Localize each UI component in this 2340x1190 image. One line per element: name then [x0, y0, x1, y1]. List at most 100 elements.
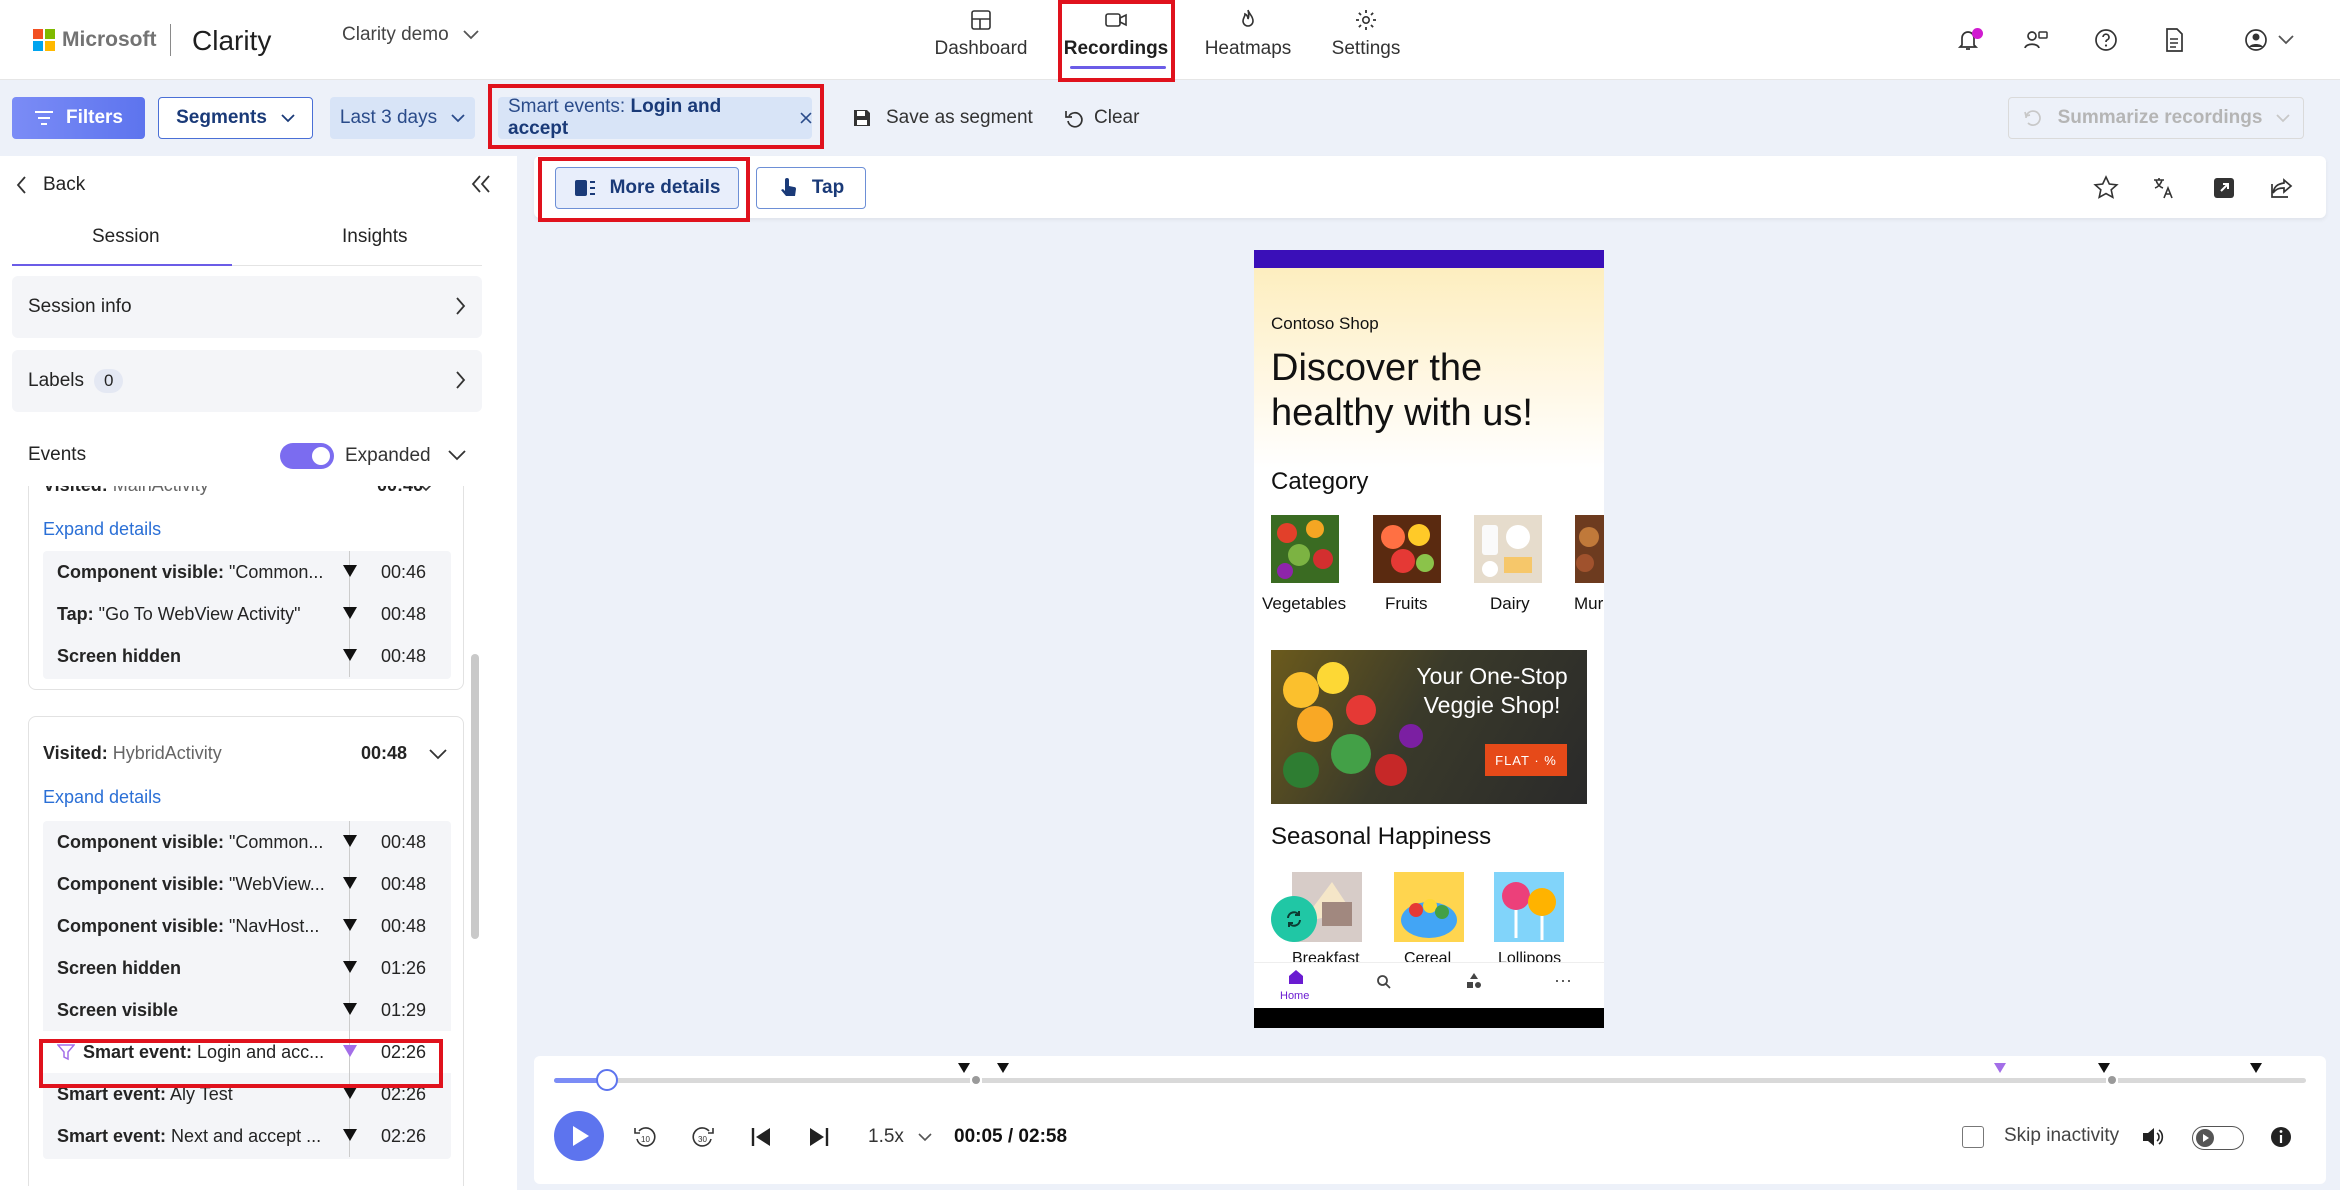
tap-label: Tap	[811, 177, 845, 198]
refresh-fab[interactable]	[1271, 896, 1317, 942]
gear-icon	[1356, 10, 1376, 30]
event-marker[interactable]	[2250, 1063, 2262, 1073]
event-row[interactable]: Screen hidden 01:26	[43, 947, 451, 989]
marker-icon	[343, 1087, 357, 1099]
fruits-image[interactable]	[1373, 515, 1441, 583]
play-icon	[573, 1126, 589, 1146]
help-icon[interactable]	[2092, 26, 2120, 54]
people-icon[interactable]	[2022, 26, 2050, 54]
brand-name: Microsoft	[62, 28, 157, 51]
vegetables-image[interactable]	[1271, 515, 1339, 583]
nav-heatmaps[interactable]: Heatmaps	[1188, 8, 1308, 68]
events-list[interactable]: Visited: MainActivity 00:46 Expand detai…	[12, 486, 472, 1186]
nav-settings-label: Settings	[1331, 38, 1401, 59]
summarize-label: Summarize recordings	[2057, 107, 2263, 128]
nav-settings[interactable]: Settings	[1306, 8, 1426, 68]
project-name: Clarity demo	[342, 24, 449, 45]
account-menu[interactable]	[2242, 26, 2294, 54]
date-range-dropdown[interactable]: Last 3 days	[330, 97, 475, 139]
marker-icon	[343, 1045, 357, 1057]
header-divider	[170, 24, 171, 56]
dashboard-icon	[971, 10, 991, 30]
nav-recordings[interactable]: Recordings	[1056, 8, 1176, 68]
skip-inactivity-checkbox[interactable]	[1962, 1126, 1984, 1148]
events-scrollbar[interactable]	[471, 654, 479, 939]
document-icon[interactable]	[2160, 26, 2188, 54]
event-group: Component visible: "Common... 00:46 Tap:…	[43, 551, 451, 679]
promo-banner[interactable]: Your One-Stop Veggie Shop! FLAT · %	[1271, 650, 1587, 804]
video-camera-icon	[1105, 13, 1127, 27]
filters-button[interactable]: Filters	[12, 97, 145, 139]
tab-insights[interactable]: Insights	[342, 226, 407, 248]
close-icon[interactable]	[800, 112, 812, 124]
inactivity-marker	[2108, 1076, 2116, 1084]
save-as-segment-label: Save as segment	[886, 107, 1033, 128]
chevron-down-icon	[281, 113, 295, 122]
event-row[interactable]: Screen visible 01:29	[43, 989, 451, 1031]
event-row[interactable]: Component visible: "WebView... 00:48	[43, 863, 451, 905]
lollipops-image[interactable]	[1494, 872, 1564, 942]
nav-dashboard[interactable]: Dashboard	[921, 8, 1041, 68]
smart-event-row-login[interactable]: Smart event: Login and acc... 02:26	[43, 1031, 451, 1073]
chevron-right-icon	[456, 371, 466, 389]
labels-row[interactable]: Labels 0	[12, 350, 482, 412]
expand-details-link[interactable]: Expand details	[43, 519, 161, 540]
timeline-track[interactable]	[554, 1078, 2306, 1083]
tap-button[interactable]: Tap	[756, 167, 866, 209]
event-time: 00:48	[381, 873, 427, 894]
save-as-segment-button[interactable]: Save as segment	[852, 100, 1033, 136]
segments-dropdown[interactable]: Segments	[158, 97, 313, 139]
event-row[interactable]: Component visible: "Common... 00:46	[43, 551, 451, 593]
more-details-button[interactable]: More details	[555, 167, 739, 209]
timeline-scrubber[interactable]	[596, 1069, 618, 1091]
categories-icon[interactable]	[1465, 972, 1483, 990]
chevron-down-icon[interactable]	[448, 450, 466, 461]
volume-icon[interactable]	[2140, 1124, 2166, 1150]
tab-session[interactable]: Session	[92, 226, 160, 248]
event-row[interactable]: Smart event: Next and accept ... 02:26	[43, 1115, 451, 1157]
event-row[interactable]: Tap: "Go To WebView Activity" 00:48	[43, 593, 451, 635]
more-icon[interactable]: ···	[1554, 970, 1572, 991]
session-info-row[interactable]: Session info	[12, 276, 482, 338]
collapse-panel-icon[interactable]	[470, 174, 492, 194]
rewind-10-icon[interactable]: 10	[632, 1124, 658, 1150]
previous-icon[interactable]	[748, 1124, 774, 1150]
forward-30-icon[interactable]: 30	[690, 1124, 716, 1150]
more-category-image[interactable]	[1575, 515, 1604, 583]
event-time: 02:26	[381, 1125, 427, 1146]
event-row[interactable]: Component visible: "NavHost... 00:48	[43, 905, 451, 947]
share-icon[interactable]	[2268, 174, 2296, 202]
event-row[interactable]: Smart event: Aly Test 02:26	[43, 1073, 451, 1115]
summarize-recordings-button[interactable]: Summarize recordings	[2008, 97, 2304, 139]
autoplay-toggle[interactable]	[2192, 1126, 2244, 1150]
project-selector[interactable]: Clarity demo	[342, 24, 479, 46]
smart-event-marker[interactable]	[1994, 1063, 2006, 1073]
event-time: 00:48	[381, 831, 427, 852]
clear-button[interactable]: Clear	[1064, 100, 1139, 136]
event-row[interactable]: Screen hidden 00:48	[43, 635, 451, 677]
dairy-image[interactable]	[1474, 515, 1542, 583]
category-label: Mur	[1574, 594, 1604, 613]
info-icon[interactable]	[2268, 1124, 2294, 1150]
translate-icon[interactable]	[2150, 174, 2178, 202]
event-marker[interactable]	[958, 1063, 970, 1073]
back-button[interactable]: Back	[16, 174, 85, 196]
next-icon[interactable]	[806, 1124, 832, 1150]
expand-details-link[interactable]: Expand details	[43, 787, 161, 808]
chevron-down-icon[interactable]	[420, 486, 432, 492]
playback-speed-dropdown[interactable]: 1.5x	[868, 1126, 932, 1148]
event-marker[interactable]	[2098, 1063, 2110, 1073]
event-time: 00:48	[381, 645, 427, 666]
chevron-down-icon[interactable]	[429, 749, 447, 760]
session-replay-viewport[interactable]: Contoso Shop Discover the healthy with u…	[1254, 250, 1604, 1028]
open-external-icon[interactable]	[2210, 174, 2238, 202]
event-marker[interactable]	[997, 1063, 1009, 1073]
event-row[interactable]: Component visible: "Common... 00:48	[43, 821, 451, 863]
play-button[interactable]	[554, 1111, 604, 1161]
expanded-toggle[interactable]	[280, 443, 334, 469]
star-icon[interactable]	[2092, 174, 2120, 202]
search-icon[interactable]	[1376, 974, 1392, 990]
smart-events-filter-chip[interactable]: Smart events: Login and accept	[498, 96, 812, 139]
cereal-image[interactable]	[1394, 872, 1464, 942]
home-icon[interactable]	[1287, 968, 1305, 986]
